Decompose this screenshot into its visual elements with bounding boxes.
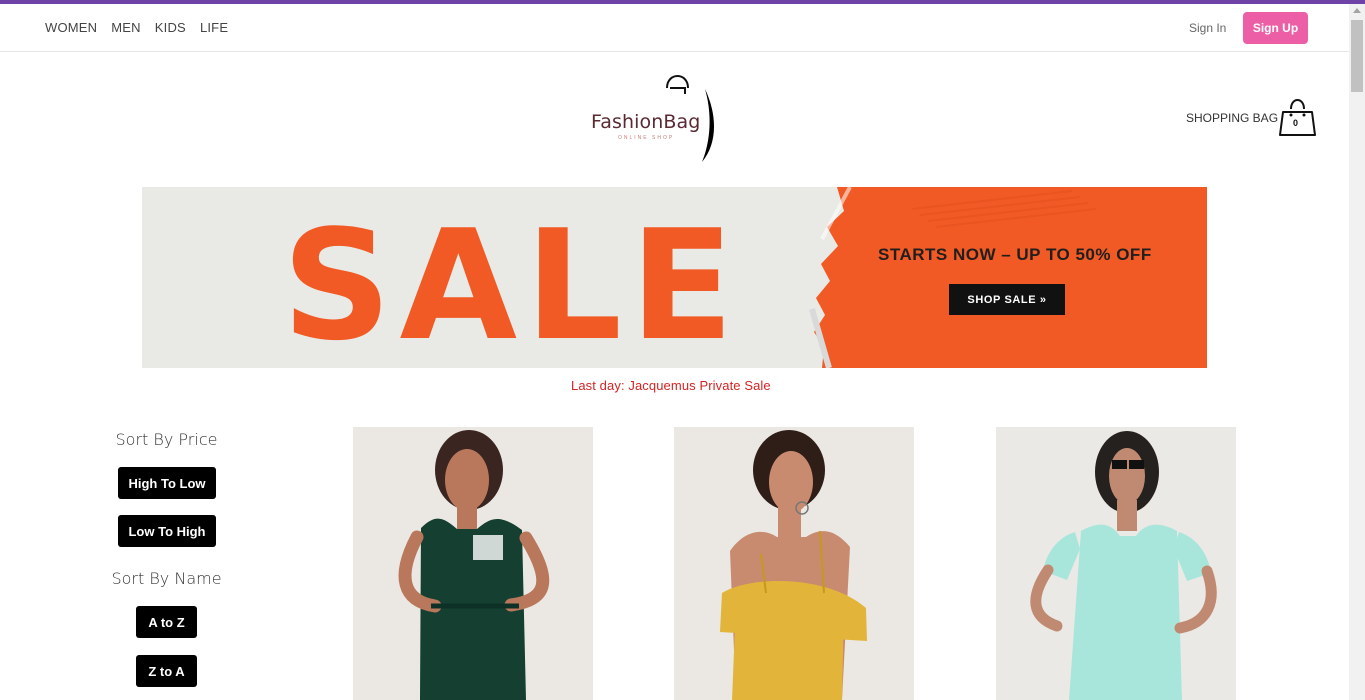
fashionbag-logo[interactable]: FashionBag ONLINE SHOP [584,68,724,168]
logo-name: FashionBag [591,111,701,133]
logo-tagline: ONLINE SHOP [618,135,675,141]
page-scrollbar[interactable] [1349,4,1365,700]
bag-icon[interactable]: 0 [1276,96,1318,138]
torn-paper-orange-shape [809,187,1207,368]
sign-up-button[interactable]: Sign Up [1243,12,1308,44]
product-image-mint-dress [996,427,1236,700]
product-card-yellow-top[interactable] [674,427,914,700]
sort-name-title: Sort By Name [111,569,222,588]
product-card-mint-dress[interactable] [996,427,1236,700]
promo-message[interactable]: Last day: Jacquemus Private Sale [571,378,771,393]
product-image-yellow-top [674,427,914,700]
nav-link-men[interactable]: MEN [111,20,141,35]
category-links: WOMEN MEN KIDS LIFE [45,20,228,35]
shopping-bag[interactable]: SHOPPING BAG 0 [1186,96,1318,138]
sale-heading: STARTS NOW – UP TO 50% OFF [878,245,1152,264]
sort-z-to-a-button[interactable]: Z to A [136,655,197,687]
scroll-up-icon[interactable] [1353,8,1361,13]
nav-link-women[interactable]: WOMEN [45,20,97,35]
nav-link-kids[interactable]: KIDS [155,20,186,35]
sort-low-to-high-button[interactable]: Low To High [118,515,216,547]
bag-count-badge: 0 [1293,118,1299,128]
product-card-green-dress[interactable] [353,427,593,700]
product-image-green-dress [353,427,593,700]
sale-title: SALE [282,197,742,368]
nav-link-life[interactable]: LIFE [200,20,228,35]
sort-high-to-low-button[interactable]: High To Low [118,467,216,499]
sign-in-link[interactable]: Sign In [1189,21,1226,35]
shopping-bag-label: SHOPPING BAG [1186,111,1279,125]
sort-price-title: Sort By Price [115,430,218,449]
sale-banner[interactable]: SALE STARTS NOW – UP TO 50% OFF SHOP SAL… [142,187,1207,368]
top-navigation: WOMEN MEN KIDS LIFE Sign In Sign Up [0,4,1349,52]
shop-sale-button[interactable]: SHOP SALE » [949,284,1065,315]
sort-a-to-z-button[interactable]: A to Z [136,606,197,638]
scroll-thumb[interactable] [1351,20,1363,92]
